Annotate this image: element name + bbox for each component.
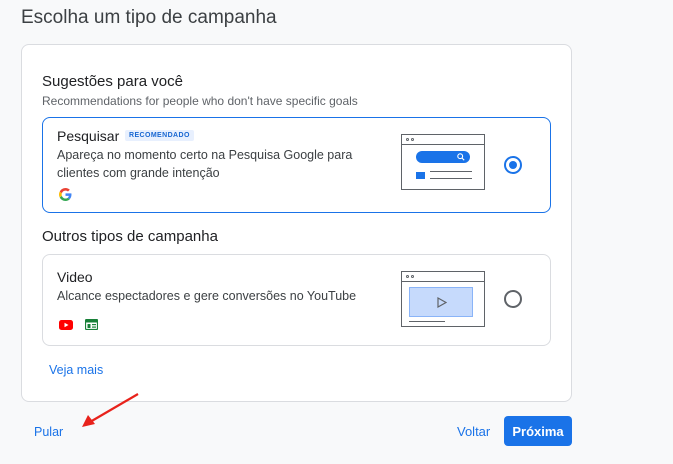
suggestions-subtitle: Recommendations for people who don't hav… bbox=[42, 94, 358, 108]
search-campaign-option[interactable]: Pesquisar RECOMENDADO Apareça no momento… bbox=[42, 117, 551, 213]
video-illustration bbox=[401, 271, 485, 327]
see-more-link[interactable]: Veja mais bbox=[49, 363, 103, 377]
display-network-icon bbox=[84, 317, 99, 335]
search-option-radio[interactable] bbox=[504, 156, 522, 174]
google-g-icon bbox=[59, 188, 72, 206]
next-button[interactable]: Próxima bbox=[504, 416, 572, 446]
youtube-icon bbox=[59, 317, 73, 335]
suggestions-title: Sugestões para você bbox=[42, 73, 183, 90]
search-option-name: Pesquisar bbox=[57, 128, 120, 144]
back-button[interactable]: Voltar bbox=[457, 424, 490, 439]
video-option-description: Alcance espectadores e gere conversões n… bbox=[57, 289, 357, 303]
skip-link[interactable]: Pular bbox=[34, 425, 63, 439]
annotation-arrow-icon bbox=[82, 393, 139, 427]
campaign-type-card: Sugestões para você Recommendations for … bbox=[21, 44, 572, 402]
video-option-name: Video bbox=[57, 269, 93, 285]
page-title: Escolha um tipo de campanha bbox=[21, 7, 277, 28]
video-campaign-option[interactable]: Video Alcance espectadores e gere conver… bbox=[42, 254, 551, 346]
search-illustration bbox=[401, 134, 485, 190]
search-icon bbox=[457, 153, 465, 161]
video-option-radio[interactable] bbox=[504, 290, 522, 308]
search-option-description: Apareça no momento certo na Pesquisa Goo… bbox=[57, 148, 353, 180]
play-icon bbox=[437, 297, 447, 308]
recommended-badge: RECOMENDADO bbox=[125, 130, 194, 141]
other-types-title: Outros tipos de campanha bbox=[42, 228, 218, 245]
